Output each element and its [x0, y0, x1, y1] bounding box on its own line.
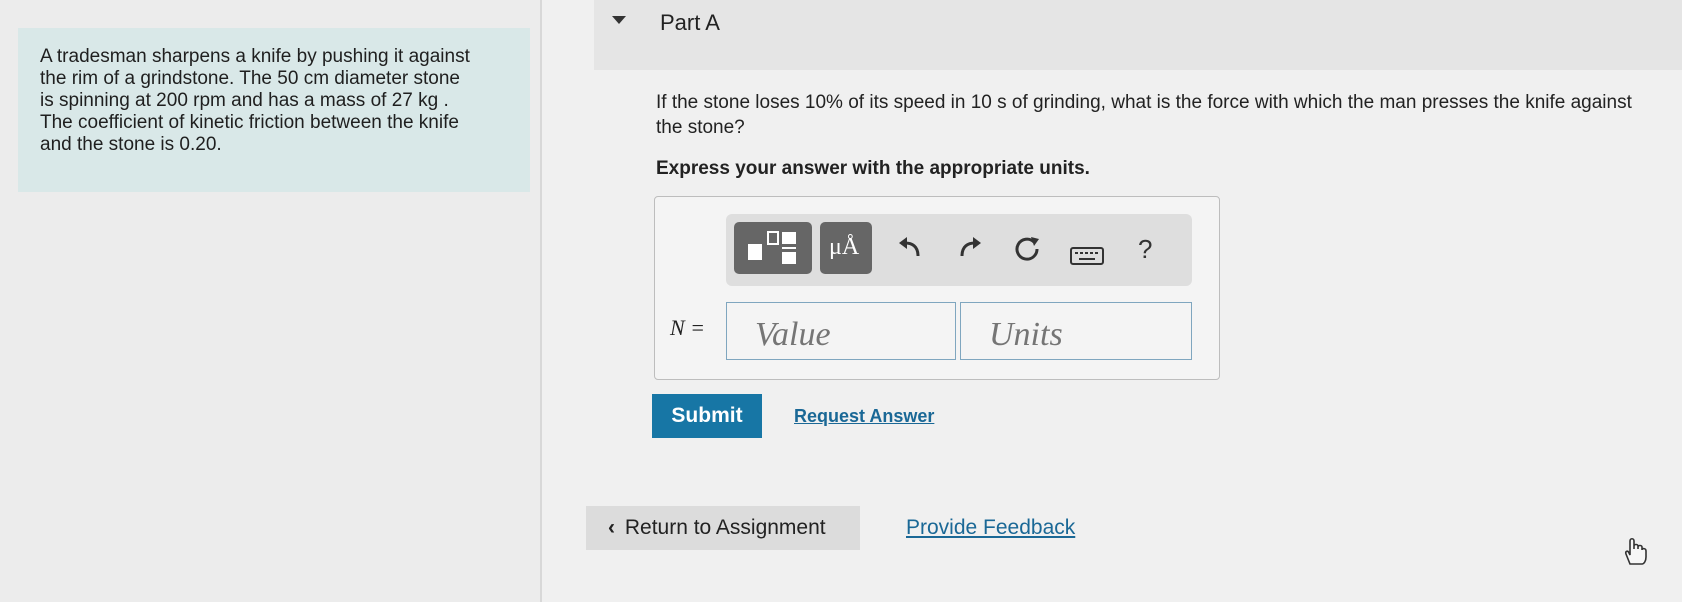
problem-line: and the stone is 0.20.: [40, 134, 222, 155]
caret-down-icon[interactable]: [612, 16, 626, 24]
return-label: Return to Assignment: [624, 516, 826, 539]
units-input[interactable]: [960, 302, 1192, 360]
chevron-left-icon: ‹: [608, 516, 615, 539]
hand-cursor-icon: [1620, 536, 1648, 573]
question-text: If the stone loses 10% of its speed in 1…: [656, 92, 1632, 138]
answer-instruction: Express your answer with the appropriate…: [656, 158, 1090, 179]
template-button[interactable]: [734, 222, 812, 274]
return-to-assignment-button[interactable]: ‹ Return to Assignment: [586, 506, 860, 550]
provide-feedback-link[interactable]: Provide Feedback: [906, 516, 1075, 540]
reset-icon[interactable]: [1012, 234, 1042, 271]
value-input[interactable]: [726, 302, 956, 360]
keyboard-icon[interactable]: [1070, 242, 1104, 273]
problem-line: A tradesman sharpens a knife by pushing …: [40, 46, 470, 67]
part-title[interactable]: Part A: [660, 10, 720, 36]
units-button[interactable]: μÅ: [820, 222, 872, 274]
problem-line: the rim of a grindstone. The 50 cm diame…: [40, 68, 460, 89]
problem-line: is spinning at 200 rpm and has a mass of…: [40, 90, 449, 111]
part-header[interactable]: [594, 0, 1682, 70]
problem-statement: A tradesman sharpens a knife by pushing …: [18, 28, 530, 192]
problem-line: The coefficient of kinetic friction betw…: [40, 112, 459, 133]
units-button-label: μÅ: [829, 234, 860, 260]
undo-icon[interactable]: [896, 234, 924, 269]
request-answer-link[interactable]: Request Answer: [794, 406, 934, 427]
submit-button[interactable]: Submit: [652, 394, 762, 438]
help-icon[interactable]: ?: [1138, 234, 1152, 265]
fraction-template-icon: [748, 231, 796, 264]
variable-label: N =: [670, 315, 706, 340]
redo-icon[interactable]: [956, 234, 984, 269]
